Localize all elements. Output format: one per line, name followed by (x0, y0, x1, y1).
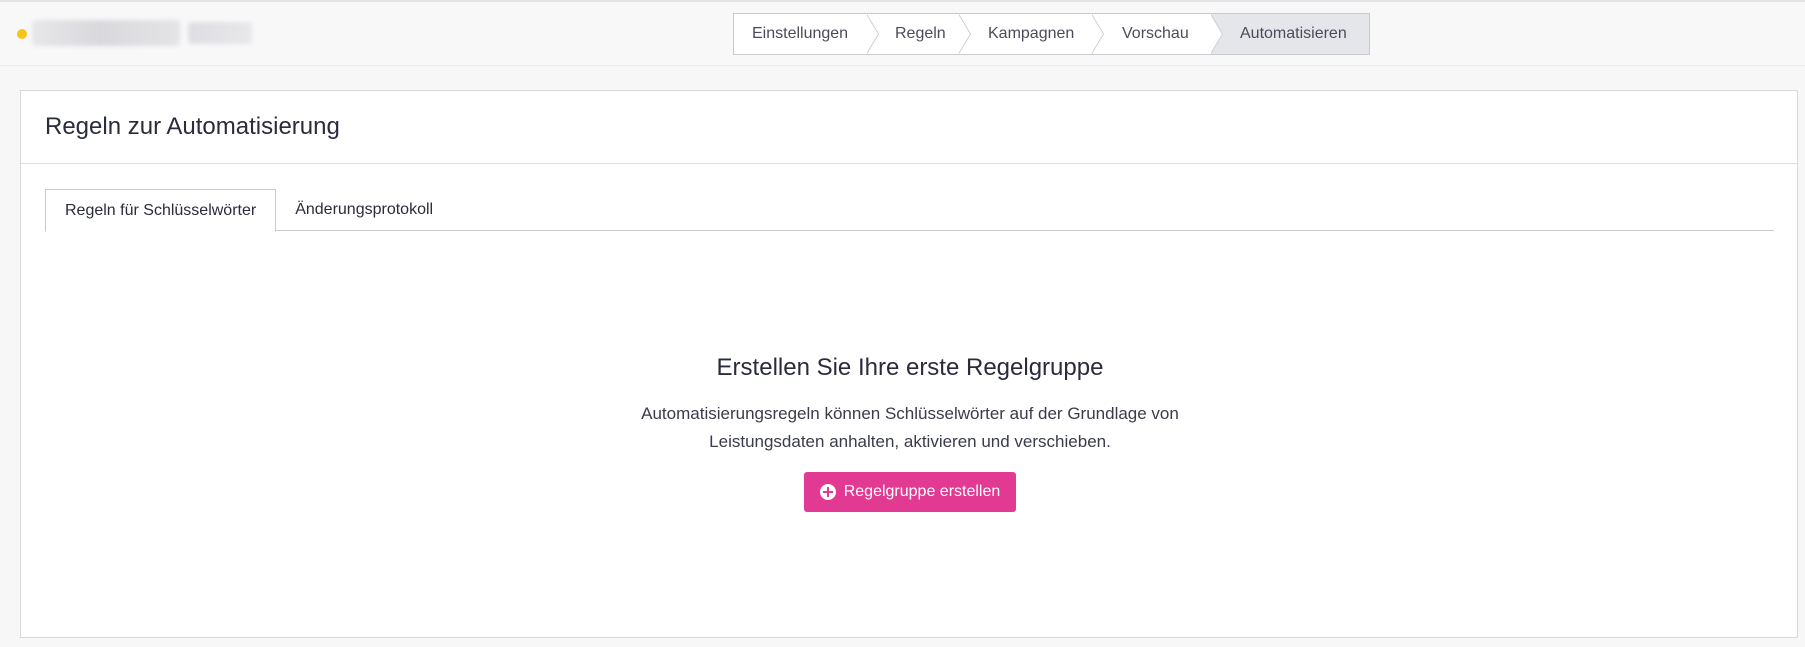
step-label: Vorschau (1122, 25, 1189, 42)
tab-bar: Regeln für Schlüsselwörter Änderungsprot… (45, 189, 1774, 232)
tab-change-log[interactable]: Änderungsprotokoll (276, 189, 452, 231)
automation-rules-card: Regeln zur Automatisierung Regeln für Sc… (20, 90, 1798, 638)
account-name-blurred[interactable] (32, 18, 254, 48)
page-title: Regeln zur Automatisierung (45, 113, 340, 140)
empty-state-title: Erstellen Sie Ihre erste Regelgruppe (716, 354, 1104, 381)
redacted-text (188, 22, 252, 44)
description-line: Automatisierungsregeln können Schlüsselw… (641, 404, 1179, 423)
step-kampagnen[interactable]: Kampagnen (959, 14, 1104, 54)
step-automatisieren[interactable]: Automatisieren (1211, 14, 1369, 54)
step-label: Einstellungen (752, 25, 849, 42)
empty-state: Erstellen Sie Ihre erste Regelgruppe Aut… (21, 354, 1799, 512)
step-vorschau[interactable]: Vorschau (1092, 14, 1223, 54)
step-einstellungen[interactable]: Einstellungen (734, 14, 879, 54)
redacted-text (32, 20, 180, 46)
step-label: Kampagnen (988, 25, 1075, 42)
step-label: Automatisieren (1240, 25, 1347, 42)
tab-keyword-rules[interactable]: Regeln für Schlüsselwörter (45, 189, 277, 232)
workflow-stepper: Einstellungen Regeln Kampagnen Vorschau … (733, 13, 1370, 55)
plus-circle-icon (819, 484, 836, 500)
card-header: Regeln zur Automatisierung (21, 91, 1797, 164)
top-bar: Einstellungen Regeln Kampagnen Vorschau … (0, 0, 1805, 66)
empty-state-description: Automatisierungsregeln können Schlüsselw… (600, 400, 1220, 456)
create-rule-group-button[interactable]: Regelgruppe erstellen (803, 472, 1017, 512)
status-dot-icon (17, 29, 27, 39)
step-label: Regeln (895, 25, 946, 42)
description-line: Leistungsdaten anhalten, aktivieren und … (709, 432, 1111, 451)
step-regeln[interactable]: Regeln (867, 14, 971, 54)
button-label: Regelgruppe erstellen (843, 483, 1001, 500)
